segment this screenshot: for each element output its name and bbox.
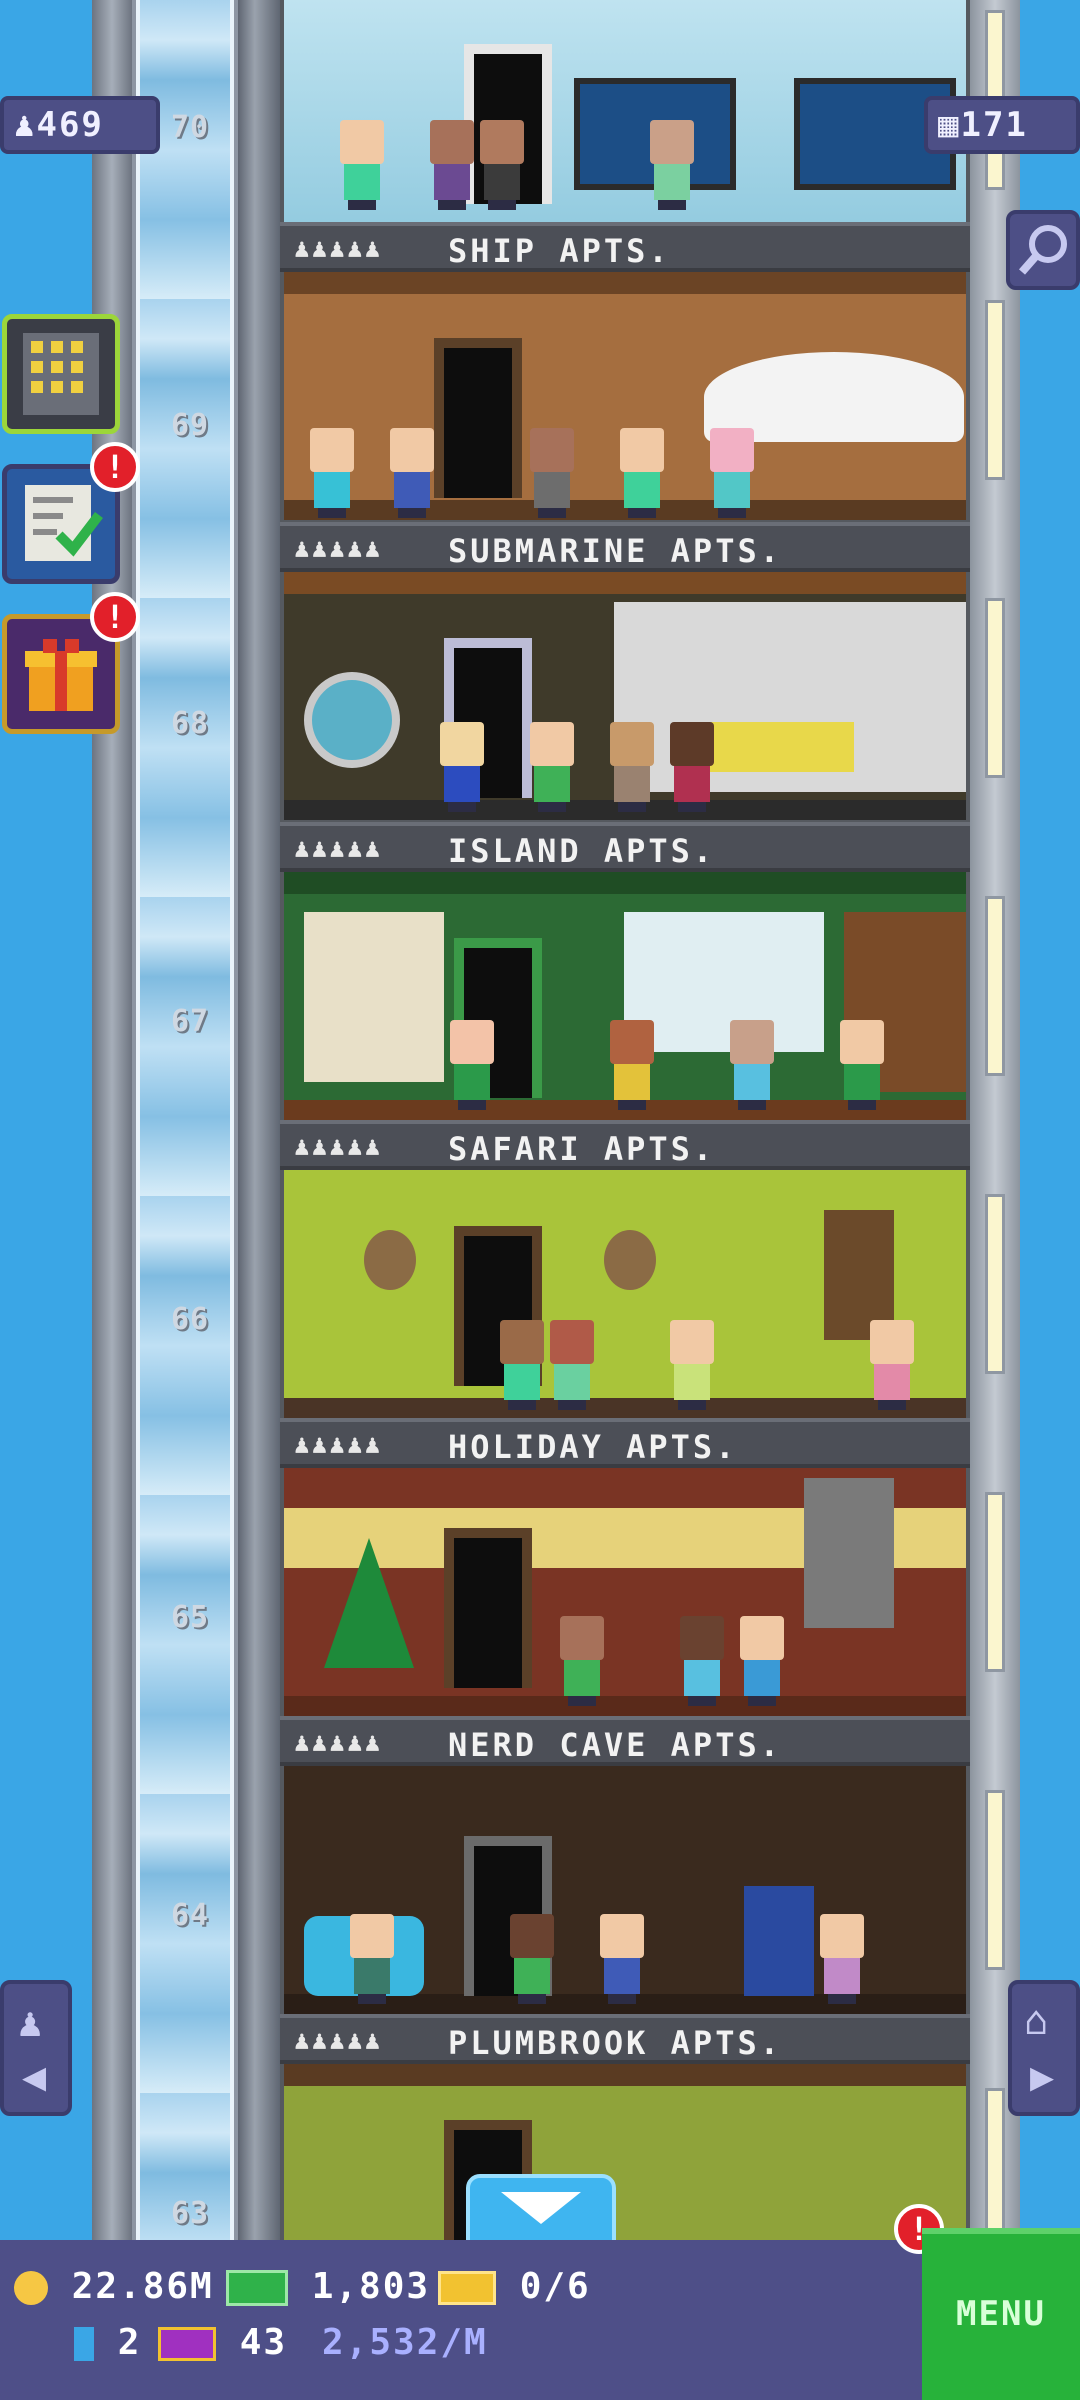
income-rate: 2,532/M	[322, 2322, 488, 2363]
person-icon: ♟	[18, 2000, 43, 2046]
wall-light	[985, 598, 1005, 778]
floor-island[interactable]	[284, 572, 966, 820]
floor-stars: ♟♟♟♟♟	[294, 1430, 383, 1460]
floors-counter[interactable]: ▦171	[924, 96, 1080, 154]
floor-number: 70	[170, 110, 210, 145]
floor-stars: ♟♟♟♟♟	[294, 534, 383, 564]
floor-nerd-cave[interactable]	[284, 1468, 966, 1716]
chevron-down-icon	[501, 2192, 581, 2224]
floor-label[interactable]: ♟♟♟♟♟ HOLIDAY APTS.	[280, 1418, 970, 1468]
building-icon: ▦	[938, 105, 961, 145]
coins-value: 22.86M	[71, 2266, 214, 2307]
arrow-left-icon: ◀	[22, 2054, 47, 2100]
bottom-resource-bar	[0, 2240, 1080, 2400]
floor-number: 67	[170, 1004, 210, 1039]
ticket-icon	[438, 2271, 496, 2305]
gift-alert-badge: !	[90, 592, 140, 642]
vip-tickets-value: 0/6	[519, 2266, 591, 2307]
wall-light	[985, 1492, 1005, 1672]
floor-name: SAFARI APTS.	[448, 1130, 716, 1168]
floor-stars: ♟♟♟♟♟	[294, 1728, 383, 1758]
floor-label[interactable]: ♟♟♟♟♟ PLUMBROOK APTS.	[280, 2014, 970, 2064]
wall-light	[985, 1790, 1005, 1970]
arrow-right-icon: ▶	[1030, 2054, 1055, 2100]
population-counter[interactable]: ♟469	[0, 96, 160, 154]
floor-name: SUBMARINE APTS.	[448, 532, 782, 570]
bux-icon	[226, 2270, 288, 2306]
floor-name: PLUMBROOK APTS.	[448, 2024, 782, 2062]
wall-light	[985, 300, 1005, 480]
floor-number: 63	[170, 2196, 210, 2231]
build-floor-button[interactable]	[2, 314, 120, 434]
vip-tickets-stat: 0/6	[438, 2266, 591, 2307]
person-icon: ♟	[14, 105, 37, 145]
floor-name: NERD CAVE APTS.	[448, 1726, 782, 1764]
floor-name: ISLAND APTS.	[448, 832, 716, 870]
floor-safari[interactable]	[284, 872, 966, 1120]
floor-number: 65	[170, 1600, 210, 1635]
elevator-value: 2	[117, 2322, 142, 2363]
floor-name: HOLIDAY APTS.	[448, 1428, 738, 1466]
search-button[interactable]	[1006, 210, 1080, 290]
floor-name: SHIP APTS.	[448, 232, 671, 270]
floor-submarine[interactable]	[284, 272, 966, 520]
floor-ship[interactable]	[284, 0, 966, 248]
floor-plumbrook[interactable]	[284, 1766, 966, 2014]
next-home-nav[interactable]: ⌂ ▶	[1008, 1980, 1080, 2116]
prev-person-nav[interactable]: ♟ ◀	[0, 1980, 72, 2116]
floor-number: 66	[170, 1302, 210, 1337]
floor-label[interactable]: ♟♟♟♟♟ SHIP APTS.	[280, 222, 970, 272]
elevator-icon	[74, 2327, 94, 2361]
bux-value: 1,803	[311, 2266, 431, 2307]
gift-icon	[25, 639, 97, 711]
floor-holiday[interactable]	[284, 1170, 966, 1418]
vip-icon	[158, 2327, 216, 2361]
floor-stars: ♟♟♟♟♟	[294, 2026, 383, 2056]
wall-light	[985, 1194, 1005, 1374]
elevator-stat: 2	[74, 2322, 141, 2363]
floor-label[interactable]: ♟♟♟♟♟ ISLAND APTS.	[280, 822, 970, 872]
floor-number: 68	[170, 706, 210, 741]
floor-stars: ♟♟♟♟♟	[294, 1132, 383, 1162]
magnifier-icon	[1018, 225, 1067, 275]
menu-button[interactable]: MENU	[922, 2228, 1080, 2400]
scroll-down-button[interactable]	[466, 2174, 616, 2244]
bux-stat: 1,803	[226, 2266, 430, 2307]
wall-light	[985, 896, 1005, 1076]
special-value: 43	[239, 2322, 288, 2363]
coins-stat: 22.86M	[14, 2266, 214, 2307]
shaft-rail-right	[238, 0, 280, 2240]
floor-partial[interactable]	[284, 2064, 966, 2240]
floor-stars: ♟♟♟♟♟	[294, 234, 383, 264]
building-grid-icon	[23, 333, 99, 415]
floor-stars: ♟♟♟♟♟	[294, 834, 383, 864]
special-stat: 43	[158, 2322, 287, 2363]
floors-value: 171	[960, 105, 1028, 145]
floor-label[interactable]: ♟♟♟♟♟ NERD CAVE APTS.	[280, 1716, 970, 1766]
coin-icon	[14, 2271, 48, 2305]
home-icon: ⌂	[1024, 1998, 1049, 2044]
population-value: 469	[36, 105, 104, 145]
floor-label[interactable]: ♟♟♟♟♟ SUBMARINE APTS.	[280, 522, 970, 572]
missions-alert-badge: !	[90, 442, 140, 492]
floor-label[interactable]: ♟♟♟♟♟ SAFARI APTS.	[280, 1120, 970, 1170]
floor-number: 69	[170, 408, 210, 443]
checklist-icon	[25, 485, 103, 561]
floor-number: 64	[170, 1898, 210, 1933]
